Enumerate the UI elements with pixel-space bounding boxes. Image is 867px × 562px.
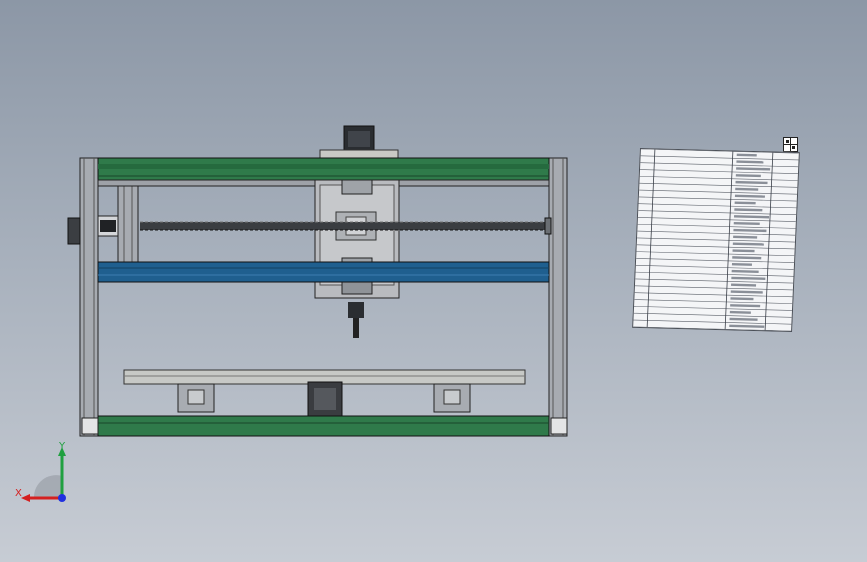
bom-row-line <box>638 196 797 202</box>
bom-row-line <box>636 258 795 263</box>
bom-row-line <box>635 264 794 270</box>
bom-row-line <box>634 306 792 311</box>
bom-cell-text <box>735 187 759 191</box>
bom-cell-text <box>734 208 763 212</box>
bom-cell-text <box>733 221 760 226</box>
bom-row-line <box>636 244 795 250</box>
bed-support-left <box>177 383 215 413</box>
bom-row-line <box>640 169 798 174</box>
y-axis-label: Y <box>58 441 66 452</box>
bom-cell-text <box>736 153 757 157</box>
bom-row-line <box>634 292 793 298</box>
frame-right-post <box>548 157 568 437</box>
bom-cell-text <box>735 180 768 185</box>
bom-cell-text <box>729 310 751 314</box>
bom-row-line <box>639 176 798 181</box>
gantry-left-plate <box>117 177 139 269</box>
bom-row-line <box>638 210 797 216</box>
bom-row-line <box>634 299 793 304</box>
plus-grid-icon[interactable] <box>783 137 798 152</box>
bom-cell-text <box>730 290 763 294</box>
bom-cell-text <box>732 256 762 260</box>
bom-row-line <box>637 223 796 229</box>
bed-support-right <box>433 383 471 413</box>
bom-row-line <box>637 230 796 236</box>
bom-row-line <box>638 203 797 209</box>
bom-cell-text <box>730 297 754 301</box>
bom-cell-text <box>730 304 761 308</box>
bom-cell-text <box>733 235 758 239</box>
bom-row-line <box>640 162 799 168</box>
frame-left-post <box>79 157 99 437</box>
bom-row-line <box>640 155 799 161</box>
bom-row-line <box>639 182 798 188</box>
bom-row-line <box>636 251 795 257</box>
blue-rail <box>97 261 550 283</box>
corner-bracket-left <box>81 417 99 435</box>
bom-cell-text <box>734 194 765 198</box>
bom-cell-text <box>732 242 764 246</box>
bom-cell-text <box>731 276 766 280</box>
bom-row-line <box>635 278 794 284</box>
bom-cell-text <box>732 249 755 253</box>
corner-bracket-right <box>550 417 568 435</box>
bom-cell-text <box>731 283 757 287</box>
z-stepper-motor <box>319 125 399 159</box>
bom-row-line <box>633 319 792 325</box>
bom-cell-text <box>736 167 771 171</box>
bom-cell-text <box>731 263 753 266</box>
bom-table[interactable] <box>632 147 800 333</box>
bom-cell-text <box>729 324 765 328</box>
bom-row-line <box>635 271 794 277</box>
bom-cell-text <box>729 317 758 321</box>
bom-cell-text <box>735 174 761 178</box>
bom-cell-text <box>734 201 756 205</box>
bom-row-line <box>634 285 793 291</box>
bom-row-line <box>637 237 795 243</box>
bom-row-line <box>639 189 798 195</box>
x-lead-screw <box>67 215 552 245</box>
bom-cell-text <box>736 160 764 164</box>
coordinate-triad: Y X <box>15 441 66 502</box>
bom-row-line <box>633 312 792 318</box>
x-axis-label: X <box>15 488 22 499</box>
bom-cell-text <box>731 269 759 273</box>
bom-table-grid <box>633 148 799 332</box>
bom-row-line <box>637 217 796 222</box>
spindle-chuck <box>348 302 364 338</box>
bottom-green-rail <box>97 415 550 437</box>
bom-cell-text <box>733 228 767 233</box>
bom-cell-text <box>733 215 770 219</box>
